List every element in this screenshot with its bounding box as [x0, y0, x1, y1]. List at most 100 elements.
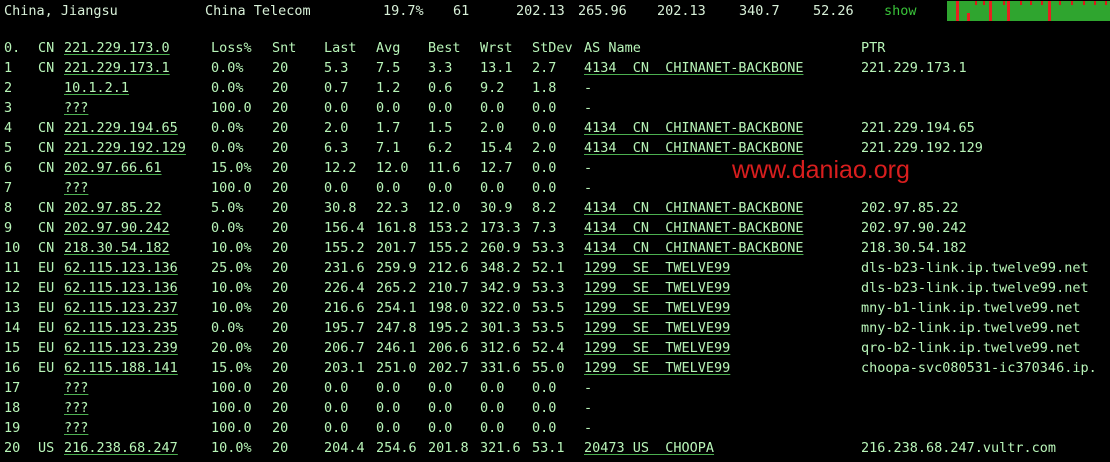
table-row: 19??? 100.0 20 0.0 0.0 0.0 0.0 0.0 - — [0, 418, 1110, 438]
as-name-link[interactable]: 4134 CN CHINANET-BACKBONE — [584, 140, 803, 156]
avg-value: 7.5 — [376, 60, 401, 76]
table-row: 1 CN 221.229.173.1 0.0% 20 5.3 7.5 3.3 13.1 2.7 41… — [0, 58, 1110, 78]
worst-value: 342.9 — [480, 280, 521, 296]
table-row: 9 CN 202.97.90.242 0.0% 20 156.4 161.8 153.2 173… — [0, 218, 1110, 238]
as-name-link[interactable]: 4134 CN CHINANET-BACKBONE — [584, 220, 803, 236]
as-name-link[interactable]: 4134 CN CHINANET-BACKBONE — [584, 240, 803, 256]
worst-value: 0.0 — [480, 420, 505, 436]
loss-value: 25.0% — [211, 260, 252, 276]
hop-number: 13 — [4, 300, 21, 316]
best-value: 0.0 — [428, 380, 453, 396]
as-name-link[interactable]: 20473 US CHOOPA — [584, 440, 714, 456]
host-link[interactable]: 202.97.90.242 — [64, 220, 170, 236]
as-name-link[interactable]: 4134 CN CHINANET-BACKBONE — [584, 200, 803, 216]
loss-value: 10.0% — [211, 440, 252, 456]
last-value: 0.0 — [324, 400, 349, 416]
host-link[interactable]: 221.229.173.1 — [64, 60, 170, 76]
host-link[interactable]: 221.229.194.65 — [64, 120, 178, 136]
host-link[interactable]: 62.115.123.235 — [64, 320, 178, 336]
host-link[interactable]: 62.115.123.239 — [64, 340, 178, 356]
as-name-link[interactable]: 4134 CN CHINANET-BACKBONE — [584, 120, 803, 136]
avg-value: 0.0 — [376, 100, 401, 116]
country-code: CN — [38, 240, 55, 256]
host-link[interactable]: ??? — [64, 400, 88, 416]
last-value: 5.3 — [324, 60, 349, 76]
avg-value: 0.0 — [376, 380, 401, 396]
country-code: CN — [38, 200, 55, 216]
country-code: CN — [38, 60, 55, 76]
last-value: 195.7 — [324, 320, 365, 336]
traceroute-table: 0. CN 221.229.173.0 Loss% Snt Last Avg B… — [0, 38, 1110, 458]
host-link[interactable]: ??? — [64, 420, 88, 436]
host-link[interactable]: 62.115.123.136 — [64, 260, 178, 276]
last-value: 0.0 — [324, 380, 349, 396]
sparkline-loss-dot — [1083, 1, 1085, 5]
avg-value: 259.9 — [376, 260, 417, 276]
summary-worst: 340.7 — [739, 3, 780, 19]
sent-value: 20 — [272, 400, 289, 416]
best-value: 198.0 — [428, 300, 469, 316]
ptr-value: 218.30.54.182 — [861, 240, 967, 256]
as-name-link[interactable]: 4134 CN CHINANET-BACKBONE — [584, 60, 803, 76]
worst-value: 0.0 — [480, 100, 505, 116]
as-name-link[interactable]: 1299 SE TWELVE99 — [584, 280, 730, 296]
host-link[interactable]: 202.97.66.61 — [64, 160, 162, 176]
host-link[interactable]: 62.115.123.136 — [64, 280, 178, 296]
col-snt-header: Snt — [272, 40, 297, 56]
loss-value: 10.0% — [211, 240, 252, 256]
ptr-value: 221.229.192.129 — [861, 140, 983, 156]
loss-value: 20.0% — [211, 340, 252, 356]
host-link[interactable]: 218.30.54.182 — [64, 240, 170, 256]
worst-value: 13.1 — [480, 60, 513, 76]
loss-value: 100.0 — [211, 380, 252, 396]
host-link[interactable]: 10.1.2.1 — [64, 80, 129, 96]
loss-value: 100.0 — [211, 400, 252, 416]
stdev-value: 1.8 — [532, 80, 557, 96]
table-header-row: 0. CN 221.229.173.0 Loss% Snt Last Avg B… — [0, 38, 1110, 58]
sparkline-loss-dot — [1003, 1, 1005, 5]
table-row: 6 CN 202.97.66.61 15.0% 20 12.2 12.0 11.6 12.7 0.… — [0, 158, 1110, 178]
avg-value: 201.7 — [376, 240, 417, 256]
host-link[interactable]: 202.97.85.22 — [64, 200, 162, 216]
as-name-link[interactable]: 1299 SE TWELVE99 — [584, 320, 730, 336]
host-link[interactable]: 62.115.188.141 — [64, 360, 178, 376]
hop-number: 15 — [4, 340, 21, 356]
stdev-value: 7.3 — [532, 220, 557, 236]
as-name-link[interactable]: 1299 SE TWELVE99 — [584, 360, 730, 376]
sent-value: 20 — [272, 280, 289, 296]
best-value: 210.7 — [428, 280, 469, 296]
col-host-header[interactable]: 221.229.173.0 — [64, 40, 170, 56]
host-link[interactable]: ??? — [64, 100, 88, 116]
host-link[interactable]: 216.238.68.247 — [64, 440, 178, 456]
show-link[interactable]: show — [884, 3, 917, 19]
location-label: China, Jiangsu — [4, 3, 118, 19]
stdev-value: 8.2 — [532, 200, 557, 216]
ptr-value: dls-b23-link.ip.twelve99.net — [861, 260, 1089, 276]
loss-value: 0.0% — [211, 120, 244, 136]
country-code: CN — [38, 140, 55, 156]
table-row: 4 CN 221.229.194.65 0.0% 20 2.0 1.7 1.5 2.0 0.0 41… — [0, 118, 1110, 138]
as-name-link[interactable]: 1299 SE TWELVE99 — [584, 260, 730, 276]
sparkline-loss-dot — [1094, 1, 1096, 5]
sparkline-loss-dot — [983, 1, 985, 5]
host-link[interactable]: ??? — [64, 180, 88, 196]
as-name-link[interactable]: 1299 SE TWELVE99 — [584, 340, 730, 356]
sparkline-loss-bar — [989, 1, 992, 21]
hop-number: 19 — [4, 420, 21, 436]
hop-number: 10 — [4, 240, 21, 256]
col-avg-header: Avg — [376, 40, 401, 56]
sent-value: 20 — [272, 120, 289, 136]
sparkline-loss-bar — [956, 1, 959, 21]
best-value: 0.6 — [428, 80, 453, 96]
hop-number: 8 — [4, 200, 13, 216]
last-value: 206.7 — [324, 340, 365, 356]
as-name-link: - — [584, 380, 593, 396]
ptr-value: dls-b23-link.ip.twelve99.net — [861, 280, 1089, 296]
summary-sent: 61 — [453, 3, 470, 19]
host-link[interactable]: 221.229.192.129 — [64, 140, 186, 156]
host-link[interactable]: ??? — [64, 380, 88, 396]
as-name-link[interactable]: 1299 SE TWELVE99 — [584, 300, 730, 316]
stdev-value: 0.0 — [532, 160, 557, 176]
host-link[interactable]: 62.115.123.237 — [64, 300, 178, 316]
ptr-value: 202.97.85.22 — [861, 200, 959, 216]
